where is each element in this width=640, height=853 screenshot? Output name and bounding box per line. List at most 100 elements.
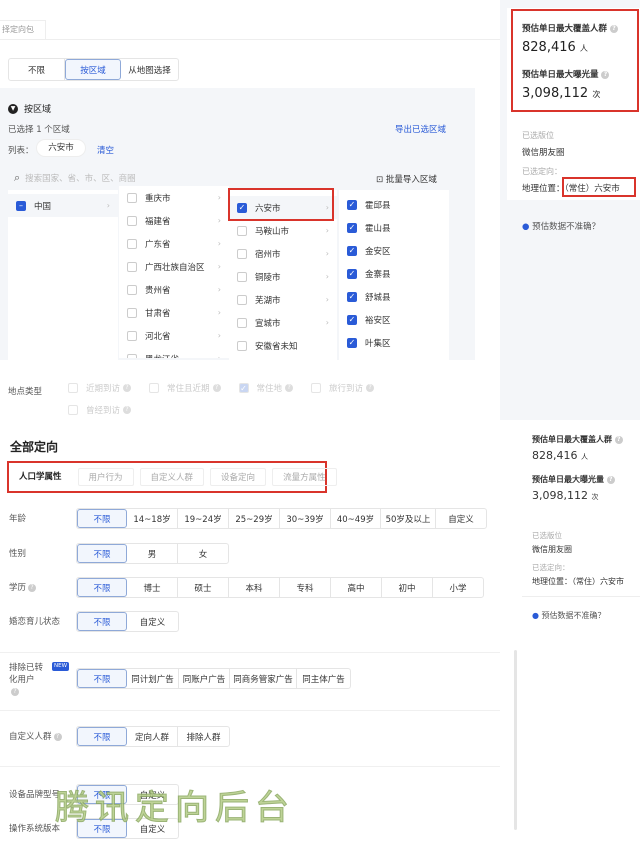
option-button[interactable]: 女 xyxy=(178,544,228,563)
region-item[interactable]: ✓ 金安区 xyxy=(339,239,449,262)
region-item[interactable]: ✓ 舒城县 xyxy=(339,285,449,308)
checkbox[interactable]: ✓ xyxy=(347,268,357,279)
option-button[interactable]: 小学 xyxy=(433,578,483,597)
region-search[interactable]: ⌕ 搜索国家、省、市、区、商圈 xyxy=(14,171,136,185)
checkbox[interactable] xyxy=(237,248,247,259)
region-section-header[interactable]: ▼ 按区域 xyxy=(8,102,51,115)
option-button[interactable]: 25~29岁 xyxy=(229,509,280,528)
region-item[interactable]: 甘肃省 › xyxy=(119,301,229,324)
option-button[interactable]: 14~18岁 xyxy=(127,509,178,528)
targeting-package-tab[interactable]: 择定向包 xyxy=(0,20,46,40)
tab-targeting[interactable]: 人口学属性 xyxy=(9,468,72,486)
region-item[interactable]: 宣城市 › xyxy=(229,311,337,334)
clear-link[interactable]: 清空 xyxy=(97,144,114,156)
option-button[interactable]: 同商务管家广告 xyxy=(230,669,297,688)
option-button[interactable]: 不限 xyxy=(77,612,127,631)
option-button[interactable]: 男 xyxy=(127,544,178,563)
region-item[interactable]: 芜湖市 › xyxy=(229,288,337,311)
location-type-option[interactable]: 曾经到访? xyxy=(68,404,132,416)
option-button[interactable]: 不限 xyxy=(77,509,127,528)
option-button[interactable]: 19~24岁 xyxy=(178,509,229,528)
checkbox[interactable]: ✓ xyxy=(347,314,357,325)
checkbox[interactable]: ✓ xyxy=(347,337,357,348)
checkbox[interactable] xyxy=(237,225,247,236)
checkbox[interactable]: ✓ xyxy=(347,245,357,256)
region-item[interactable]: 贵州省 › xyxy=(119,278,229,301)
checkbox[interactable] xyxy=(127,215,137,226)
region-item[interactable]: 广西壮族自治区 › xyxy=(119,255,229,278)
option-button[interactable]: 不限 xyxy=(77,544,127,563)
checkbox[interactable] xyxy=(68,383,78,393)
region-mode-option[interactable]: 从地图选择 xyxy=(121,59,178,80)
selected-region-chip[interactable]: 六安市 xyxy=(36,139,86,157)
option-button[interactable]: 30~39岁 xyxy=(280,509,331,528)
location-type-option[interactable]: 近期到访? xyxy=(68,382,132,394)
export-selected-link[interactable]: 导出已选区域 xyxy=(395,123,446,135)
option-button[interactable]: 初中 xyxy=(382,578,433,597)
feedback-link[interactable]: ● 预估数据不准确？ xyxy=(522,220,600,232)
location-type-option[interactable]: 常住且近期? xyxy=(149,382,221,394)
region-item[interactable]: 河北省 › xyxy=(119,324,229,347)
region-item[interactable]: ✓ 裕安区 xyxy=(339,308,449,331)
option-button[interactable]: 自定义 xyxy=(436,509,486,528)
option-button[interactable]: 不限 xyxy=(77,578,127,597)
option-button[interactable]: 50岁及以上 xyxy=(381,509,436,528)
option-button[interactable]: 硕士 xyxy=(178,578,229,597)
checkbox[interactable] xyxy=(127,192,137,203)
checkbox[interactable] xyxy=(237,271,247,282)
region-item[interactable]: 广东省 › xyxy=(119,232,229,255)
checkbox[interactable] xyxy=(237,317,247,328)
region-item[interactable]: 宿州市 › xyxy=(229,242,337,265)
option-button[interactable]: 同计划广告 xyxy=(127,669,179,688)
region-item[interactable]: – 中国 › xyxy=(8,194,118,217)
region-item[interactable]: 黑龙江省 › xyxy=(119,347,229,358)
option-button[interactable]: 不限 xyxy=(77,669,127,688)
batch-import-button[interactable]: ⊡ 批量导入区域 xyxy=(376,173,437,185)
checkbox[interactable]: – xyxy=(16,200,26,211)
region-mode-option[interactable]: 不限 xyxy=(9,59,65,80)
region-item[interactable]: ✓ 叶集区 xyxy=(339,331,449,354)
region-item[interactable]: 马鞍山市 › xyxy=(229,219,337,242)
tab-targeting[interactable]: 自定义人群 xyxy=(139,468,205,486)
scrollbar[interactable] xyxy=(514,650,517,830)
region-mode-option[interactable]: 按区域 xyxy=(65,59,121,80)
tab-targeting[interactable]: 用户行为 xyxy=(77,468,134,486)
checkbox[interactable] xyxy=(127,238,137,249)
region-item[interactable]: 福建省 › xyxy=(119,209,229,232)
checkbox[interactable] xyxy=(149,383,160,393)
option-button[interactable]: 定向人群 xyxy=(127,727,178,746)
checkbox[interactable] xyxy=(311,383,322,393)
tab-targeting[interactable]: 设备定向 xyxy=(210,468,267,486)
checkbox[interactable] xyxy=(237,340,247,351)
search-input[interactable]: 搜索国家、省、市、区、商圈 xyxy=(25,172,136,184)
option-button[interactable]: 排除人群 xyxy=(178,727,229,746)
checkbox[interactable]: ✓ xyxy=(347,222,357,233)
checkbox[interactable] xyxy=(237,294,247,305)
option-button[interactable]: 同账户广告 xyxy=(179,669,230,688)
location-type-option[interactable]: 旅行到访? xyxy=(311,382,375,394)
region-item[interactable]: 重庆市 › xyxy=(119,186,229,209)
tab-targeting[interactable]: 流量方属性 xyxy=(272,468,337,486)
region-item[interactable]: ✓ 霍邱县 xyxy=(339,193,449,216)
checkbox[interactable]: ✓ xyxy=(347,199,357,210)
feedback-link[interactable]: ● 预估数据不准确？ xyxy=(532,610,606,621)
region-item[interactable]: 铜陵市 › xyxy=(229,265,337,288)
checkbox[interactable] xyxy=(127,330,137,341)
option-button[interactable]: 不限 xyxy=(77,727,127,746)
option-button[interactable]: 博士 xyxy=(127,578,178,597)
checkbox[interactable] xyxy=(127,261,137,272)
checkbox[interactable] xyxy=(127,353,137,358)
region-item[interactable]: 安徽省未知 xyxy=(229,334,337,357)
region-item[interactable]: ✓ 霍山县 xyxy=(339,216,449,239)
location-type-option[interactable]: ✓ 常住地? xyxy=(238,382,294,394)
checkbox[interactable] xyxy=(127,307,137,318)
option-button[interactable]: 专科 xyxy=(280,578,331,597)
checkbox[interactable] xyxy=(127,284,137,295)
checkbox[interactable] xyxy=(68,405,78,415)
option-button[interactable]: 本科 xyxy=(229,578,280,597)
option-button[interactable]: 40~49岁 xyxy=(331,509,381,528)
option-button[interactable]: 自定义 xyxy=(127,612,178,631)
checkbox[interactable]: ✓ xyxy=(238,383,249,393)
option-button[interactable]: 同主体广告 xyxy=(297,669,350,688)
checkbox[interactable]: ✓ xyxy=(347,291,357,302)
